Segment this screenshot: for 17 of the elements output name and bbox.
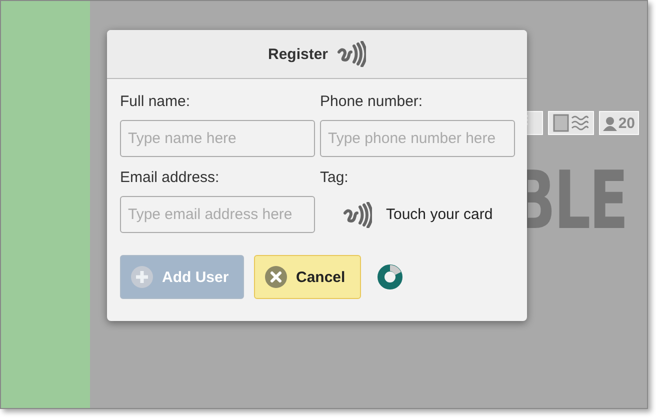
field-label: Email address: [120, 169, 220, 186]
card-reader-icon [552, 113, 590, 133]
plus-icon [131, 266, 153, 288]
nfc-icon [342, 202, 372, 228]
nfc-icon [336, 41, 366, 67]
input-field[interactable]: Type email address here [120, 196, 315, 233]
field-label: Tag: [320, 169, 350, 186]
input-field[interactable]: Type phone number here [320, 120, 515, 157]
input-field[interactable]: Type name here [120, 120, 315, 157]
field-label: Full name: [120, 93, 192, 110]
person-icon [603, 115, 618, 131]
dialog-title: Register [268, 46, 328, 62]
close-icon [265, 266, 287, 288]
cancel-button[interactable]: Cancel [254, 255, 361, 299]
field-label: Phone number: [320, 93, 424, 110]
tag-prompt: Touch your card [386, 206, 493, 223]
user-count: 20 [618, 114, 635, 132]
